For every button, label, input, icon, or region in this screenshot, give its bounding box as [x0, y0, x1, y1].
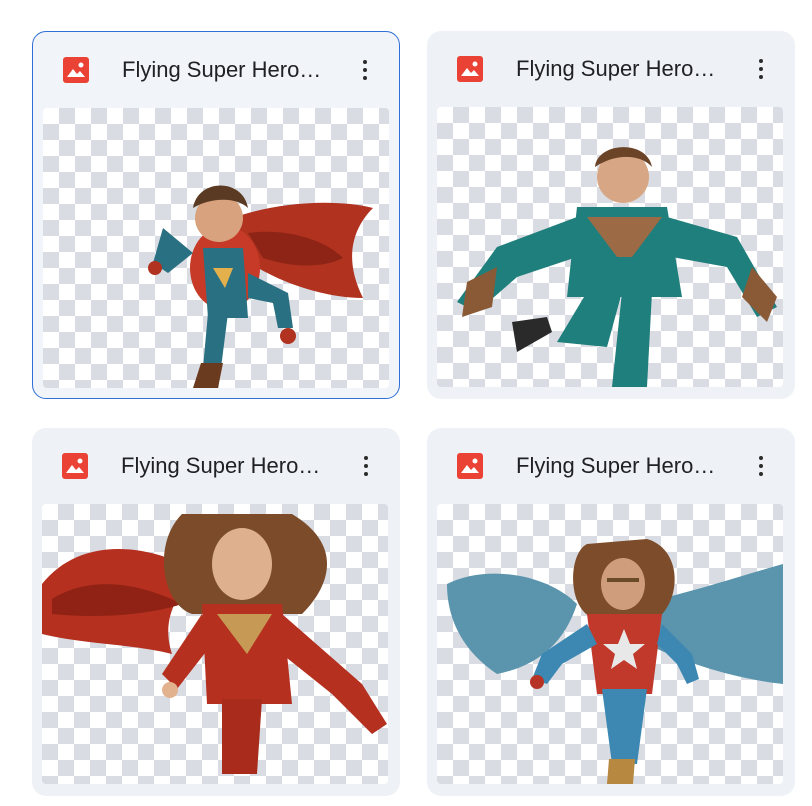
file-card[interactable]: Flying Super Hero… [427, 31, 795, 399]
file-thumbnail[interactable] [43, 108, 389, 388]
file-card-header: Flying Super Hero… [33, 32, 399, 108]
file-card[interactable]: Flying Super Hero… [32, 31, 400, 399]
file-thumbnail[interactable] [437, 107, 783, 387]
file-card-header: Flying Super Hero… [32, 428, 400, 504]
superhero-girl-red-cape-image [42, 514, 387, 774]
superhero-boy-teal-suit-image [457, 147, 777, 387]
image-file-icon [62, 453, 88, 479]
more-options-icon[interactable] [354, 450, 378, 482]
file-thumbnail[interactable] [437, 504, 783, 784]
more-options-icon[interactable] [749, 53, 773, 85]
file-card[interactable]: Flying Super Hero… [32, 428, 400, 796]
image-file-icon [457, 56, 483, 82]
file-name[interactable]: Flying Super Hero… [121, 452, 351, 480]
more-options-icon[interactable] [749, 450, 773, 482]
file-thumbnail[interactable] [42, 504, 388, 784]
file-card-header: Flying Super Hero… [427, 31, 795, 107]
image-file-icon [63, 57, 89, 83]
more-options-icon[interactable] [353, 54, 377, 86]
superhero-girl-blue-cape-image [447, 539, 783, 784]
file-name[interactable]: Flying Super Hero… [122, 56, 352, 84]
superhero-boy-red-cape-image [148, 185, 373, 388]
file-card-header: Flying Super Hero… [427, 428, 795, 504]
file-name[interactable]: Flying Super Hero… [516, 452, 746, 480]
image-file-icon [457, 453, 483, 479]
file-name[interactable]: Flying Super Hero… [516, 55, 746, 83]
file-card[interactable]: Flying Super Hero… [427, 428, 795, 796]
